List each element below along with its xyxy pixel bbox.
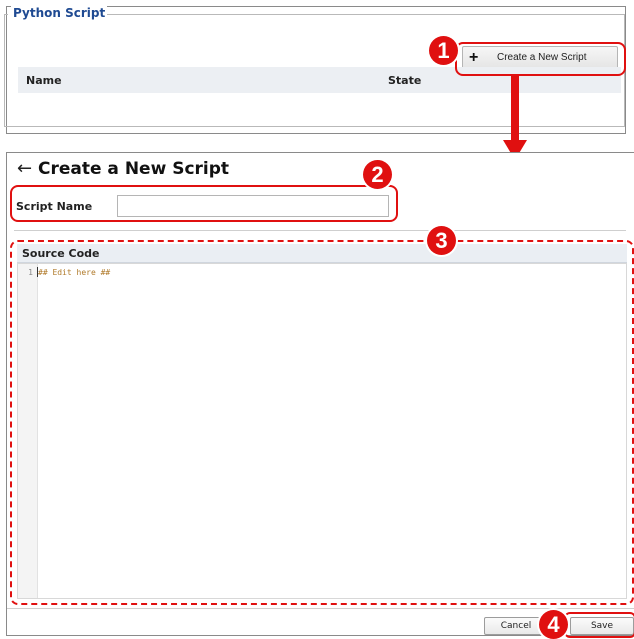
plus-icon: + <box>469 49 479 66</box>
source-code-title: Source Code <box>22 247 100 260</box>
page-title: Create a New Script <box>38 159 230 179</box>
create-new-script-label: Create a New Script <box>497 52 587 63</box>
column-header-state[interactable]: State <box>388 74 421 87</box>
fieldset-border <box>98 14 625 15</box>
code-line[interactable]: ## Edit here ## <box>38 268 110 277</box>
save-button[interactable]: Save <box>570 617 634 635</box>
step-badge-4: 4 <box>539 610 568 639</box>
step-badge-3: 3 <box>427 226 456 255</box>
step-badge-1: 1 <box>429 36 458 65</box>
back-arrow-icon[interactable]: ← <box>17 158 32 180</box>
column-header-name[interactable]: Name <box>26 74 62 87</box>
fieldset-border <box>4 14 8 15</box>
connector-arrow <box>511 74 519 146</box>
line-number-gutter: 1 <box>18 264 38 598</box>
line-number: 1 <box>28 268 33 277</box>
script-name-label: Script Name <box>16 200 93 213</box>
table-header: Name State <box>18 67 621 93</box>
source-code-header: Source Code <box>17 244 627 263</box>
footer-divider <box>7 608 634 609</box>
script-name-input[interactable] <box>117 195 389 217</box>
step-badge-2: 2 <box>363 160 392 189</box>
code-editor[interactable]: 1 ## Edit here ## <box>17 263 627 599</box>
section-title: Python Script <box>11 6 108 20</box>
divider <box>14 230 626 231</box>
